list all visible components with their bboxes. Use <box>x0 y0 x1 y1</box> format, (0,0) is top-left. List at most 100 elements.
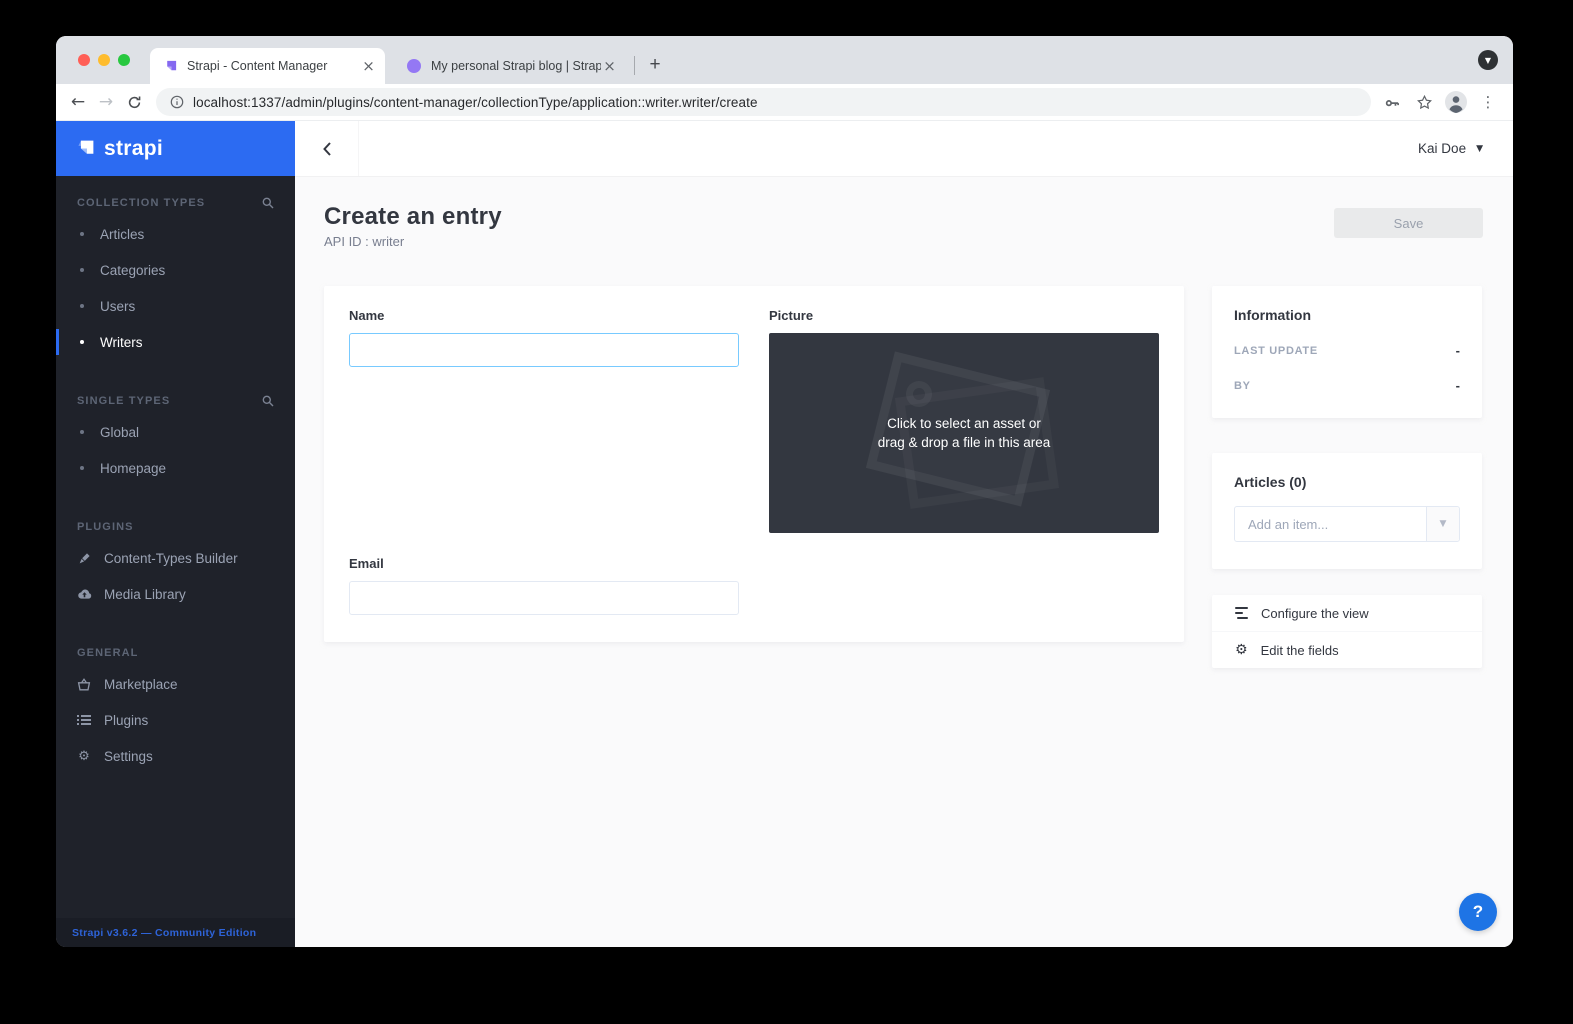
sidebar-item-label: Articles <box>100 227 144 242</box>
password-key-icon[interactable] <box>1379 89 1405 115</box>
sidebar-section-plugins: PLUGINS Content-Types Builder Media Libr… <box>56 514 295 612</box>
sidebar-item-label: Writers <box>100 335 143 350</box>
select-placeholder: Add an item... <box>1235 507 1426 541</box>
name-label: Name <box>349 308 739 323</box>
bullet-icon <box>80 466 84 470</box>
information-panel: Information LAST UPDATE - BY - <box>1212 286 1482 418</box>
browser-window: Strapi - Content Manager × My personal S… <box>56 36 1513 947</box>
sidebar-item-label: Categories <box>100 263 165 278</box>
articles-select[interactable]: Add an item... ▼ <box>1234 506 1460 542</box>
strapi-logo-text: strapi <box>104 137 163 161</box>
tab-close-icon[interactable]: × <box>360 58 377 75</box>
site-info-icon[interactable] <box>170 95 184 109</box>
sidebar-item-categories[interactable]: Categories <box>56 252 295 288</box>
info-row-last-update: LAST UPDATE - <box>1234 343 1460 358</box>
back-nav-icon[interactable]: ← <box>64 88 92 116</box>
view-actions-panel: Configure the view ⚙ Edit the fields <box>1212 595 1482 668</box>
blog-favicon-icon <box>406 58 422 74</box>
section-title: SINGLE TYPES <box>77 395 170 407</box>
main-area: Kai Doe ▼ Create an entry API ID : write… <box>295 121 1513 947</box>
email-input[interactable] <box>349 581 739 615</box>
panel-title: Articles (0) <box>1234 474 1460 490</box>
new-tab-button[interactable]: + <box>642 52 668 78</box>
right-panel-column: Information LAST UPDATE - BY - Arti <box>1212 286 1482 668</box>
tab-strapi-content-manager[interactable]: Strapi - Content Manager × <box>150 48 385 84</box>
tab-title: Strapi - Content Manager <box>187 59 360 73</box>
close-window-button[interactable] <box>78 54 90 66</box>
sidebar-item-users[interactable]: Users <box>56 288 295 324</box>
user-name: Kai Doe <box>1418 141 1466 156</box>
admin-header: Kai Doe ▼ <box>295 121 1513 177</box>
sidebar-item-label: Media Library <box>104 587 186 602</box>
api-id-subtitle: API ID : writer <box>324 234 502 249</box>
basket-icon <box>76 678 92 691</box>
bullet-icon <box>80 430 84 434</box>
tab-search-button[interactable]: ▼ <box>1478 50 1498 70</box>
tab-strapi-blog[interactable]: My personal Strapi blog | Strap × <box>394 48 626 84</box>
configure-view-link[interactable]: Configure the view <box>1212 595 1482 631</box>
sidebar-item-plugins[interactable]: Plugins <box>56 702 295 738</box>
chevron-down-icon[interactable]: ▼ <box>1426 507 1459 541</box>
search-icon[interactable] <box>262 395 274 407</box>
panel-title: Information <box>1234 307 1460 323</box>
strapi-favicon-icon <box>162 58 178 74</box>
sidebar-item-label: Homepage <box>100 461 166 476</box>
bullet-icon <box>80 304 84 308</box>
save-button[interactable]: Save <box>1334 208 1483 238</box>
strapi-logo-icon <box>75 138 96 159</box>
help-button[interactable]: ? <box>1459 893 1497 931</box>
version-link[interactable]: Strapi v3.6.2 — Community Edition <box>56 918 295 947</box>
sidebar-item-media-library[interactable]: Media Library <box>56 576 295 612</box>
reload-icon[interactable] <box>120 88 148 116</box>
content: Create an entry API ID : writer Save Nam… <box>295 177 1513 947</box>
bookmark-star-icon[interactable] <box>1411 89 1437 115</box>
paint-brush-icon <box>76 552 92 565</box>
strapi-logo[interactable]: strapi <box>56 121 295 176</box>
sidebar-item-settings[interactable]: ⚙ Settings <box>56 738 295 774</box>
layout-sliders-icon <box>1235 607 1248 620</box>
gear-icon: ⚙ <box>1235 643 1248 657</box>
sidebar-item-label: Marketplace <box>104 677 178 692</box>
url-text: localhost:1337/admin/plugins/content-man… <box>193 95 758 110</box>
back-button[interactable] <box>295 121 359 176</box>
address-bar[interactable]: localhost:1337/admin/plugins/content-man… <box>156 88 1371 116</box>
sidebar-item-homepage[interactable]: Homepage <box>56 450 295 486</box>
minimize-window-button[interactable] <box>98 54 110 66</box>
zoom-window-button[interactable] <box>118 54 130 66</box>
tab-strip: Strapi - Content Manager × My personal S… <box>56 36 1513 84</box>
section-title: PLUGINS <box>77 521 134 533</box>
sidebar-item-marketplace[interactable]: Marketplace <box>56 666 295 702</box>
section-title: GENERAL <box>77 647 138 659</box>
browser-menu-icon[interactable]: ⋮ <box>1475 89 1501 115</box>
user-menu[interactable]: Kai Doe ▼ <box>1418 141 1513 156</box>
sidebar-item-label: Global <box>100 425 139 440</box>
picture-dropzone[interactable]: Click to select an asset or drag & drop … <box>769 333 1159 533</box>
sidebar-item-articles[interactable]: Articles <box>56 216 295 252</box>
sidebar-item-label: Settings <box>104 749 153 764</box>
info-row-by: BY - <box>1234 378 1460 393</box>
tab-title: My personal Strapi blog | Strap <box>431 59 601 73</box>
page-title: Create an entry <box>324 203 502 231</box>
email-label: Email <box>349 556 739 571</box>
chevron-left-icon <box>322 141 332 157</box>
email-field-block: Email <box>349 556 739 615</box>
toolbar-actions: ⋮ <box>1379 89 1505 115</box>
sidebar-menu: COLLECTION TYPES Articles Categories <box>56 176 295 918</box>
sidebar-item-global[interactable]: Global <box>56 414 295 450</box>
sidebar-item-label: Users <box>100 299 135 314</box>
tab-close-icon[interactable]: × <box>601 58 618 75</box>
cloud-upload-icon <box>76 588 92 600</box>
sidebar-item-writers[interactable]: Writers <box>56 324 295 360</box>
search-icon[interactable] <box>262 197 274 209</box>
profile-avatar-icon[interactable] <box>1443 89 1469 115</box>
edit-fields-link[interactable]: ⚙ Edit the fields <box>1212 631 1482 668</box>
picture-label: Picture <box>769 308 1159 323</box>
gear-icon: ⚙ <box>76 750 92 763</box>
dropzone-text: Click to select an asset or drag & drop … <box>878 414 1051 452</box>
section-title: COLLECTION TYPES <box>77 197 205 209</box>
name-input[interactable] <box>349 333 739 367</box>
traffic-lights <box>78 54 130 66</box>
sidebar-item-content-types-builder[interactable]: Content-Types Builder <box>56 540 295 576</box>
sidebar: strapi COLLECTION TYPES Articles <box>56 121 295 947</box>
forward-nav-icon[interactable]: → <box>92 88 120 116</box>
